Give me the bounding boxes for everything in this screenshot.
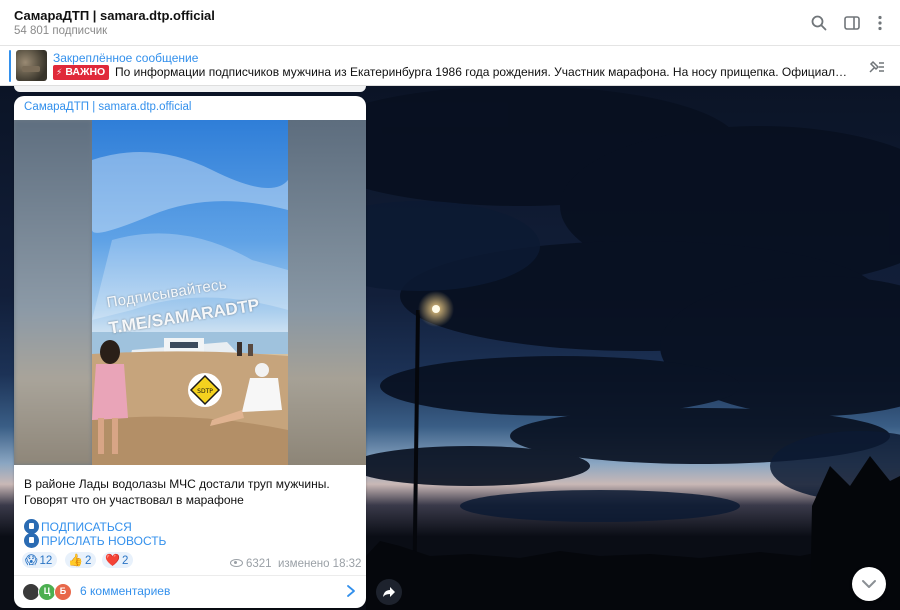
reaction-emoji: 👍: [68, 553, 83, 567]
reaction-count: 2: [84, 555, 92, 567]
important-badge: ⚡ ВАЖНО: [53, 65, 110, 80]
chat-header: СамараДТП | samara.dtp.official 54 801 п…: [0, 0, 900, 46]
chevron-down-icon: [862, 580, 876, 588]
beach-photo: SDTP Подписывайтесь T.ME/SAMARADTP: [92, 120, 288, 465]
pinned-message-bar[interactable]: Закреплённое сообщение ⚡ ВАЖНО По информа…: [0, 46, 900, 86]
send-news-link[interactable]: ПРИСЛАТЬ НОВОСТЬ: [24, 533, 166, 549]
lightning-icon: ⚡: [56, 67, 63, 77]
chevron-right-icon: [346, 584, 356, 598]
scroll-to-bottom-button[interactable]: [852, 567, 886, 601]
reaction-emoji: ❤️: [105, 553, 120, 567]
reaction-chip[interactable]: ❤️ 2: [102, 552, 134, 568]
pinned-text: По информации подписчиков мужчина из Ека…: [115, 65, 850, 79]
bell-icon: [24, 519, 39, 534]
message-channel-name[interactable]: СамараДТП | samara.dtp.official: [24, 101, 192, 113]
blurred-side-left: [14, 120, 92, 465]
search-icon[interactable]: [810, 14, 828, 32]
reaction-emoji: 😱: [25, 553, 38, 567]
subscribe-link-text[interactable]: ПОДПИСАТЬСЯ: [41, 520, 132, 534]
pinned-thumbnail: [16, 50, 47, 81]
avatar: Б: [54, 583, 72, 601]
previous-message-edge: [14, 86, 366, 92]
send-news-link-text[interactable]: ПРИСЛАТЬ НОВОСТЬ: [41, 534, 166, 548]
video-preview[interactable]: SDTP Подписывайтесь T.ME/SAMARADTP: [14, 120, 366, 465]
important-badge-text: ВАЖНО: [65, 66, 106, 78]
send-icon: [24, 533, 39, 548]
unpin-icon[interactable]: [866, 58, 886, 76]
forward-button[interactable]: [376, 579, 402, 605]
comments-button[interactable]: Ц Б 6 комментариев: [14, 576, 366, 608]
more-vertical-icon[interactable]: [871, 14, 889, 32]
view-count: 6321: [246, 558, 272, 570]
subscriber-count: 54 801 подписчик: [14, 25, 108, 37]
forward-icon: [383, 587, 395, 597]
reaction-count: 2: [121, 555, 129, 567]
channel-title[interactable]: СамараДТП | samara.dtp.official: [14, 8, 215, 23]
pinned-label: Закреплённое сообщение: [53, 51, 199, 65]
message-caption: В районе Лады водолазы МЧС достали труп …: [24, 477, 330, 507]
sidebar-toggle-icon[interactable]: [843, 14, 861, 32]
message-bubble[interactable]: СамараДТП | samara.dtp.official SDTP Под…: [14, 96, 366, 608]
reaction-chip[interactable]: 👍 2: [65, 552, 97, 568]
blurred-side-right: [288, 120, 366, 465]
reaction-count: 12: [39, 555, 53, 567]
message-meta: 6321 изменено 18:32: [230, 558, 361, 570]
pinned-accent-line: [9, 50, 11, 82]
reaction-chip[interactable]: 😱 12: [22, 552, 58, 568]
eye-icon: [230, 559, 243, 567]
svg-text:SDTP: SDTP: [197, 388, 213, 395]
comments-count[interactable]: 6 комментариев: [80, 584, 170, 598]
edited-time: изменено 18:32: [277, 558, 362, 570]
